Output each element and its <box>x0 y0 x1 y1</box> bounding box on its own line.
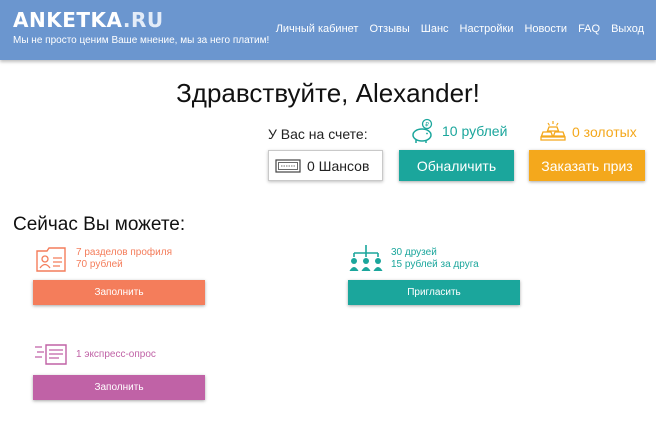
logo-main: ANKETKA <box>13 8 123 32</box>
svg-text:₽: ₽ <box>425 122 429 129</box>
site-logo[interactable]: ANKETKA.RU <box>13 8 164 32</box>
fill-profile-button[interactable]: Заполнить <box>33 280 205 305</box>
profile-task-text: 7 разделов профиля 70 рублей <box>76 247 172 271</box>
profile-card-icon <box>36 247 66 272</box>
balance-label: У Вас на счете: <box>268 126 368 142</box>
tasks-title: Сейчас Вы можете: <box>13 214 186 235</box>
nav-reviews[interactable]: Отзывы <box>369 23 409 35</box>
greeting-title: Здравствуйте, Alexander! <box>176 78 480 108</box>
friends-task-reward: 15 рублей за друга <box>391 259 479 270</box>
rubles-amount: 10 рублей <box>442 123 508 139</box>
top-nav: Личный кабинет Отзывы Шанс Настройки Нов… <box>265 23 644 35</box>
logo-suffix: .RU <box>122 8 164 32</box>
chances-amount: 0 Шансов <box>307 157 370 174</box>
nav-news[interactable]: Новости <box>524 23 567 35</box>
cash-out-button[interactable]: Обналичить <box>399 150 514 181</box>
nav-faq[interactable]: FAQ <box>578 23 600 35</box>
nav-logout[interactable]: Выход <box>611 23 644 35</box>
gold-bars-icon <box>540 121 566 141</box>
express-task-text: 1 экспресс-опрос <box>76 349 156 361</box>
profile-task-reward: 70 рублей <box>76 259 123 270</box>
nav-settings[interactable]: Настройки <box>460 23 514 35</box>
gold-amount: 0 золотых <box>572 124 637 140</box>
nav-cabinet[interactable]: Личный кабинет <box>276 23 359 35</box>
invite-friends-button[interactable]: Пригласить <box>348 280 520 305</box>
rubles-balance: ₽ 10 рублей <box>410 118 507 144</box>
fill-express-button[interactable]: Заполнить <box>33 375 205 400</box>
friends-task-text: 30 друзей 15 рублей за друга <box>391 247 479 271</box>
profile-task-sections: 7 разделов профиля <box>76 247 172 258</box>
order-prize-button[interactable]: Заказать приз <box>529 150 645 181</box>
site-header: ANKETKA.RU Мы не просто ценим Ваше мнени… <box>0 0 656 60</box>
friends-task-count: 30 друзей <box>391 247 437 258</box>
site-tagline: Мы не просто ценим Ваше мнение, мы за не… <box>13 35 270 46</box>
ticket-icon <box>275 158 301 173</box>
nav-chance[interactable]: Шанс <box>421 23 449 35</box>
gold-balance: 0 золотых <box>540 120 637 144</box>
referral-tree-icon <box>349 245 383 271</box>
survey-list-icon <box>35 344 67 365</box>
chances-balance: 0 Шансов <box>268 150 383 181</box>
express-task-count: 1 экспресс-опрос <box>76 349 156 360</box>
piggy-bank-icon: ₽ <box>412 118 433 143</box>
